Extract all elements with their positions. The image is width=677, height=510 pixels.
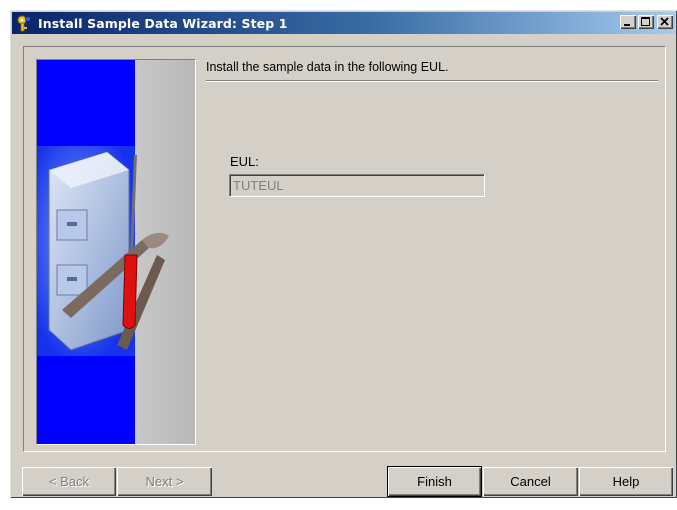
minimize-button[interactable]: [620, 15, 636, 29]
cancel-button[interactable]: Cancel: [483, 467, 578, 496]
back-button[interactable]: < Back: [22, 467, 116, 496]
wizard-key-icon: [17, 15, 31, 32]
wizard-content-panel: Install the sample data in the following…: [23, 46, 666, 452]
file-cabinet-tools-icon: [37, 60, 195, 444]
maximize-icon: [641, 17, 650, 26]
title-bar[interactable]: Install Sample Data Wizard: Step 1: [12, 12, 675, 34]
close-button[interactable]: [657, 15, 673, 29]
close-icon: [660, 17, 669, 26]
finish-button[interactable]: Finish: [388, 467, 481, 496]
minimize-icon: [624, 24, 630, 26]
instruction-text: Install the sample data in the following…: [206, 60, 658, 81]
wizard-graphic: [36, 59, 196, 445]
maximize-button[interactable]: [638, 15, 654, 29]
wizard-window: Install Sample Data Wizard: Step 1 Insta…: [10, 10, 677, 498]
window-controls: [620, 15, 673, 29]
next-button[interactable]: Next >: [117, 467, 212, 496]
eul-label: EUL:: [230, 154, 259, 169]
window-title: Install Sample Data Wizard: Step 1: [38, 15, 288, 31]
help-button[interactable]: Help: [579, 467, 673, 496]
eul-field[interactable]: TUTEUL: [229, 174, 485, 197]
